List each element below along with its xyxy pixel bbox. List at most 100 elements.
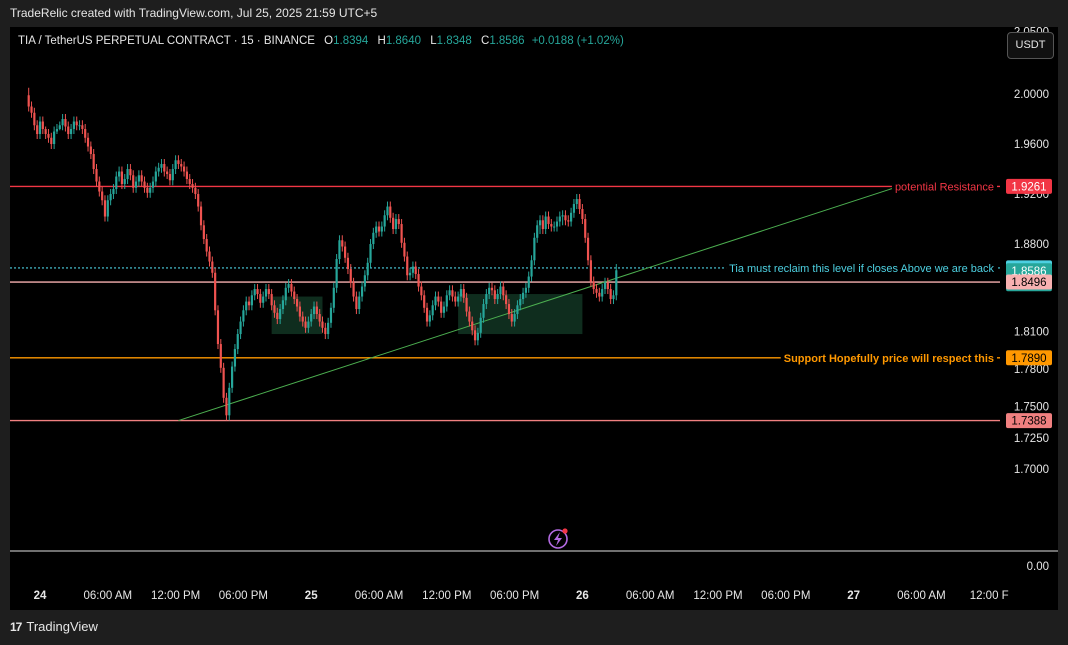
candle [527,271,530,293]
legend-change: +0.0188 (+1.02%) [531,35,624,47]
svg-text:1.8496: 1.8496 [1011,277,1046,289]
candle [95,164,98,187]
x-tick-label: 06:00 AM [897,590,946,602]
candle [609,284,612,305]
candle [394,214,398,235]
candle [581,204,584,225]
chart-caption: TradeRelic created with TradingView.com,… [10,6,378,20]
candle [247,296,251,311]
candle [555,216,559,232]
candle [451,285,454,302]
candle [358,291,361,315]
candle [445,290,448,312]
candle [143,176,146,193]
tradingview-footer[interactable]: 17 TradingView [10,619,98,634]
lightning-alert-icon[interactable] [548,528,568,549]
legend-symbol: TIA / TetherUS PERPETUAL CONTRACT · 15 ·… [18,35,315,47]
candle [177,155,180,170]
candle [86,132,90,152]
svg-text:1.7890: 1.7890 [1011,353,1046,365]
candle [262,291,265,308]
candle [386,201,389,221]
candle [530,255,533,282]
candle [332,282,335,313]
candle [360,281,364,302]
candle [603,277,607,295]
candle [346,252,350,275]
candle [211,256,214,278]
price-label-3: 1.8496 [1006,274,1052,290]
tradingview-brand: TradingView [26,619,98,634]
candle [615,264,618,301]
price-chart[interactable]: potential Resistance Tia must reclaim thi… [10,27,1058,610]
candle [78,120,81,131]
candles-layer [27,87,618,421]
candle [222,362,225,403]
x-tick-label: 06:00 PM [490,590,539,602]
currency-button[interactable]: USDT [1007,32,1054,59]
candle [253,284,256,301]
candle [408,267,412,281]
chart-frame[interactable]: potential Resistance Tia must reclaim thi… [10,27,1058,610]
annotation-0: potential Resistance [895,181,994,193]
candle [420,281,423,301]
candle [67,121,70,140]
candle [544,211,547,235]
candle [558,211,561,227]
svg-text:1.9261: 1.9261 [1011,181,1046,193]
legend-open-label: O [324,35,334,47]
candle [109,189,112,206]
x-tick-label: 06:00 AM [355,590,404,602]
candle [338,235,341,265]
candle [157,162,160,177]
candle [578,194,581,215]
candle [567,215,570,227]
candle [584,214,587,243]
annotations-layer: potential Resistance Tia must reclaim thi… [726,179,998,365]
candle [101,186,104,206]
candle [344,241,347,263]
candle [536,220,539,243]
candle [440,296,443,318]
candle [363,270,366,292]
candle [30,101,33,118]
candle [267,284,270,300]
candle [442,301,446,318]
candle [533,232,536,266]
candle [106,195,109,222]
candle [72,116,75,135]
candle [239,316,242,340]
candle [92,149,95,175]
candle [601,284,604,302]
candle [341,235,344,252]
candle [335,254,338,293]
candle [375,221,378,238]
candle [250,290,253,311]
candle [154,166,157,187]
candle [47,129,50,143]
y-tick-label: 1.8800 [1014,239,1049,251]
candle [185,166,188,185]
candle [586,232,590,266]
candle [256,284,259,300]
legend-high: 1.8640 [385,35,421,47]
candle [41,116,44,135]
candle [324,322,327,340]
candle [541,215,544,235]
candle [538,215,542,235]
candle [287,279,290,293]
candle [120,166,124,190]
x-tick-label: 06:00 AM [84,590,133,602]
candle [27,87,30,112]
candle [214,267,217,316]
candle [55,124,59,135]
candle [58,121,61,131]
candle [490,282,494,296]
y-tick-label: 2.0000 [1014,89,1049,101]
x-tick-label: 12:00 PM [422,590,471,602]
candle [129,164,132,181]
candle [197,189,200,212]
candle [199,201,203,231]
candle [245,296,248,316]
y-tick-label: 0.00 [1027,561,1049,573]
